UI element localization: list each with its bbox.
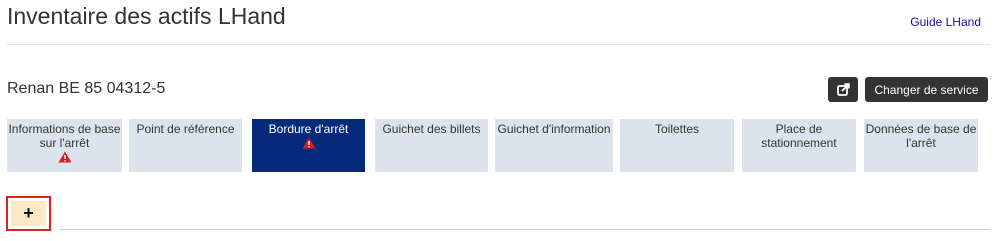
tab-label: Informations de base xyxy=(8,122,121,136)
warning-icon xyxy=(58,151,71,163)
guide-link[interactable]: Guide LHand xyxy=(910,15,981,29)
tab-place-de-stationnement[interactable]: Place de stationnement xyxy=(742,119,856,172)
tab-label: Guichet des billets xyxy=(382,122,481,136)
add-button[interactable]: + xyxy=(6,196,51,231)
warning-icon xyxy=(302,137,315,149)
category-tabs: Informations de base sur l'arrêt Point d… xyxy=(0,119,1000,172)
tab-label: Bordure d'arrêt xyxy=(268,122,349,136)
location-name: Renan BE 85 04312-5 xyxy=(7,80,166,97)
page-title: Inventaire des actifs LHand xyxy=(7,3,286,29)
tab-toilettes[interactable]: Toilettes xyxy=(620,119,734,172)
tab-label-line2: sur l'arrêt xyxy=(39,136,90,150)
tab-label-line2: stationnement xyxy=(761,136,837,150)
tab-guichet-d-information[interactable]: Guichet d'information xyxy=(495,119,613,172)
header-divider xyxy=(7,44,990,45)
add-button-label: + xyxy=(11,201,46,226)
tab-bordure-d-arret[interactable]: Bordure d'arrêt xyxy=(252,119,365,172)
tab-donnees-de-base[interactable]: Données de base de l'arrêt xyxy=(864,119,978,172)
change-service-button[interactable]: Changer de service xyxy=(865,77,988,102)
external-link-icon xyxy=(836,83,850,96)
tab-label: Place de xyxy=(775,122,823,136)
tab-guichet-des-billets[interactable]: Guichet des billets xyxy=(375,119,488,172)
export-button[interactable] xyxy=(828,77,858,102)
tab-label-line2: l'arrêt xyxy=(906,136,936,150)
tab-label: Point de référence xyxy=(136,122,235,136)
tab-label: Toilettes xyxy=(654,122,700,136)
tab-label: Données de base de xyxy=(865,122,977,136)
tab-label: Guichet d'information xyxy=(497,122,611,136)
content-divider xyxy=(60,229,990,230)
tab-point-de-reference[interactable]: Point de référence xyxy=(129,119,242,172)
tab-informations-de-base[interactable]: Informations de base sur l'arrêt xyxy=(7,119,122,172)
